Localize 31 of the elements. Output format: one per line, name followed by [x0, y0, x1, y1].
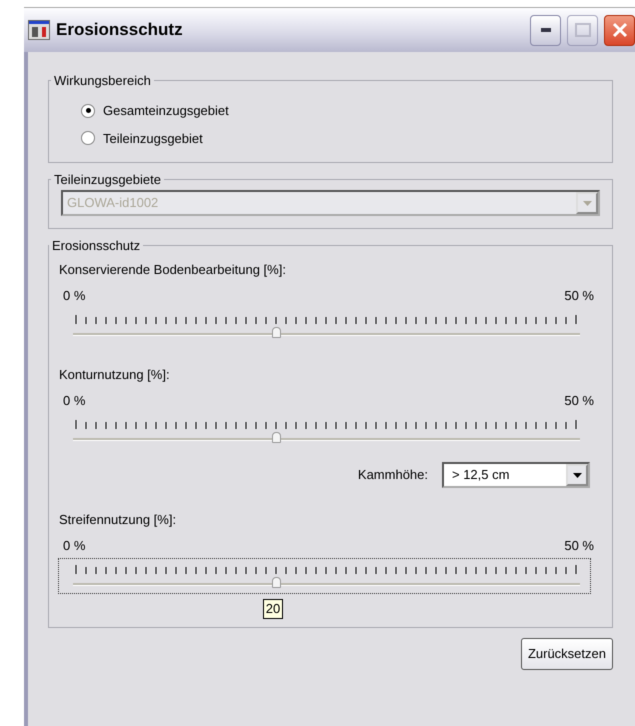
value-tooltip: 20 — [262, 599, 284, 619]
window-title: Erosionsschutz — [56, 19, 184, 42]
close-icon — [612, 22, 628, 38]
group-title: Teileinzugsgebiete — [53, 173, 162, 186]
slider-label: Streifennutzung [%]: — [59, 511, 178, 529]
min-label: 0 % — [63, 536, 86, 554]
slider-label: Konturnutzung [%]: — [59, 366, 171, 384]
min-label: 0 % — [63, 392, 86, 410]
max-label: 50 % — [564, 286, 594, 304]
combo-label: Kammhöhe: — [358, 466, 428, 484]
max-label: 50 % — [564, 536, 594, 554]
reset-button[interactable]: Zurücksetzen — [520, 638, 613, 670]
slider-thumb[interactable] — [272, 432, 281, 443]
dropdown[interactable]: > 12,5 cm — [442, 462, 590, 488]
slider-thumb[interactable] — [272, 327, 281, 338]
maximize-button[interactable] — [567, 14, 598, 46]
slider-label: Konservierende Bodenbearbeitung [%]: — [59, 261, 287, 279]
min-label: 0 % — [63, 286, 86, 304]
group-title: Wirkungsbereich — [53, 74, 152, 87]
radio-label[interactable]: Gesamteinzugsgebiet — [103, 101, 229, 120]
radio-button[interactable] — [81, 131, 95, 146]
minimize-button[interactable] — [530, 14, 561, 46]
radio-button[interactable] — [81, 104, 95, 118]
maximize-icon — [574, 23, 590, 37]
group-title: Erosionsschutz — [51, 239, 142, 252]
radio-label[interactable]: Teileinzugsgebiet — [103, 128, 203, 148]
minimize-icon — [540, 28, 550, 32]
slider-thumb[interactable] — [272, 577, 281, 588]
max-label: 50 % — [564, 392, 594, 410]
close-button[interactable] — [604, 14, 635, 46]
app-icon — [28, 20, 50, 40]
